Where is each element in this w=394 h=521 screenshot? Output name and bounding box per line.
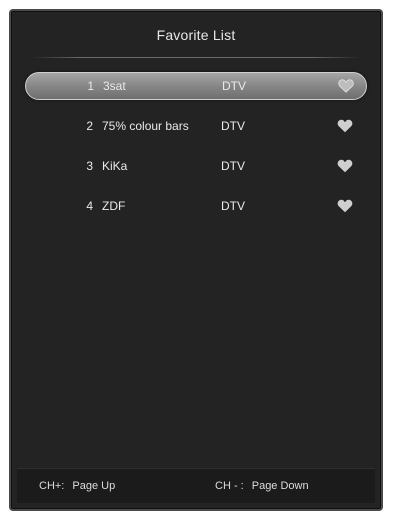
channel-row[interactable]: 2 75% colour bars DTV <box>25 112 367 140</box>
channel-type: DTV <box>221 159 245 173</box>
heart-icon <box>337 119 353 133</box>
channel-number: 3 <box>86 159 93 173</box>
channel-row[interactable]: 4 ZDF DTV <box>25 192 367 220</box>
page-up-key: CH+: <box>39 480 65 492</box>
channel-name: ZDF <box>102 199 126 213</box>
channel-number: 1 <box>87 79 94 93</box>
channel-type: DTV <box>221 199 245 213</box>
channel-row[interactable]: 1 3sat DTV <box>25 72 367 100</box>
heart-icon <box>338 79 354 93</box>
heart-icon <box>337 199 353 213</box>
page-down-hint: CH - : Page Down <box>215 480 309 492</box>
channel-row[interactable]: 3 KiKa DTV <box>25 152 367 180</box>
channel-list: 1 3sat DTV 2 75% colour bars DTV 3 KiKa … <box>25 72 367 232</box>
channel-type: DTV <box>221 119 245 133</box>
page-up-hint: CH+: Page Up <box>39 480 115 492</box>
title-divider <box>31 57 361 58</box>
page-up-label: Page Up <box>72 480 116 492</box>
channel-name: 3sat <box>103 79 126 93</box>
page-down-label: Page Down <box>251 480 309 492</box>
channel-name: KiKa <box>102 159 128 173</box>
heart-icon <box>337 159 353 173</box>
channel-number: 4 <box>86 199 93 213</box>
favorite-list-dialog: Favorite List 1 3sat DTV 2 75% colour ba… <box>9 9 383 511</box>
channel-type: DTV <box>222 79 246 93</box>
page-down-key: CH - : <box>215 480 244 492</box>
footer-hint-bar: CH+: Page Up CH - : Page Down <box>17 468 375 503</box>
channel-name: 75% colour bars <box>102 119 189 133</box>
channel-number: 2 <box>86 119 93 133</box>
dialog-title: Favorite List <box>156 27 236 43</box>
